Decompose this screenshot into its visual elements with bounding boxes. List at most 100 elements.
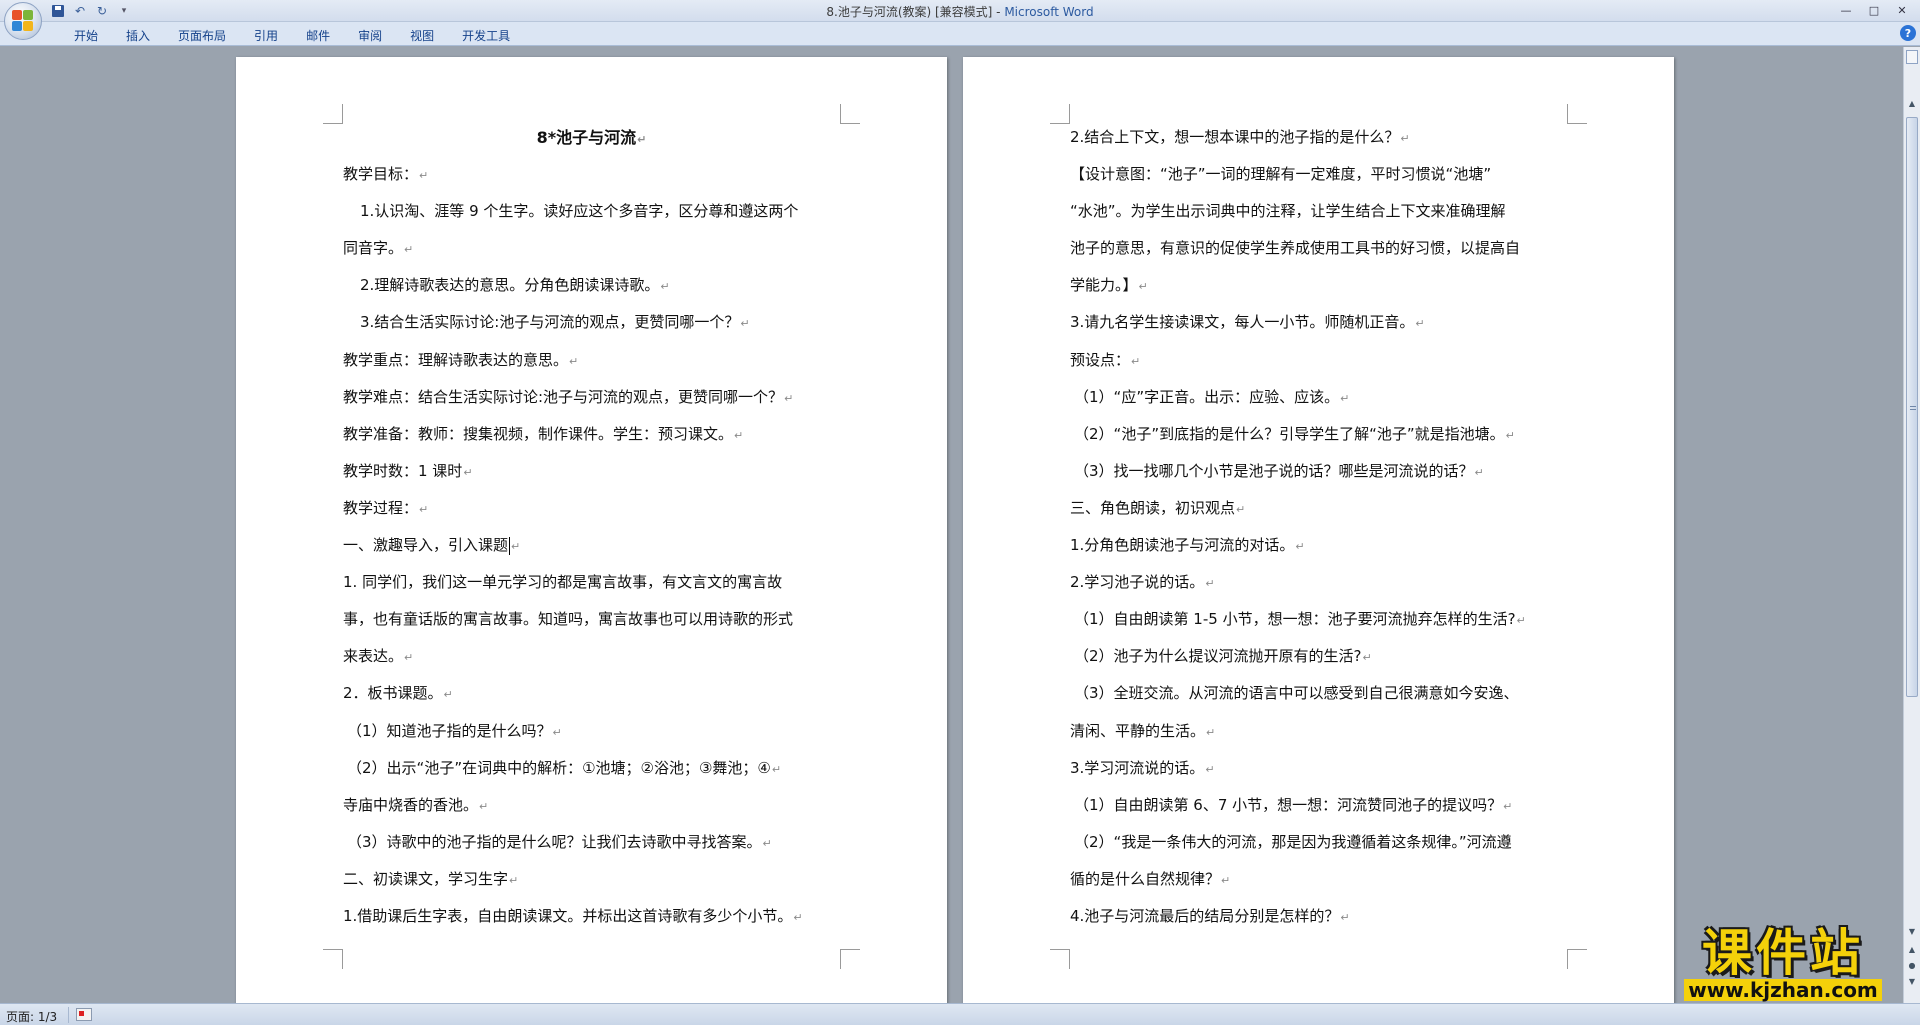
document-line[interactable]: 1. 同学们，我们这一单元学习的都是寓言故事，有文言文的寓言故 xyxy=(343,564,840,601)
margin-mark-top-left xyxy=(323,104,343,124)
document-page-1[interactable]: 8*池子与河流↵ 教学目标：↵ 1.认识淘、涯等 9 个生字。读好应这个多音字，区分… xyxy=(236,57,947,1003)
document-line[interactable]: 8*池子与河流↵ xyxy=(343,119,840,156)
document-line[interactable]: 学能力。】↵ xyxy=(1070,267,1567,304)
document-line[interactable]: 3.请九名学生接读课文，每人一小节。师随机正音。↵ xyxy=(1070,304,1567,341)
document-line[interactable]: 教学难点：结合生活实际讨论:池子与河流的观点，更赞同哪一个？↵ xyxy=(343,379,840,416)
document-line[interactable]: （2）出示“池子”在词典中的解析：①池塘；②浴池；③舞池；④↵ xyxy=(343,750,840,787)
window-title: 8.池子与河流(教案) [兼容模式] - Microsoft Word xyxy=(0,3,1920,20)
document-line[interactable]: 同音字。↵ xyxy=(343,230,840,267)
paragraph-mark-icon: ↵ xyxy=(404,651,414,665)
view-ruler-button[interactable] xyxy=(1906,50,1918,64)
paragraph-mark-icon: ↵ xyxy=(771,762,782,776)
document-line[interactable]: 1.分角色朗读池子与河流的对话。↵ xyxy=(1070,527,1567,564)
paragraph-mark-icon: ↵ xyxy=(1340,391,1350,405)
paragraph-mark-icon: ↵ xyxy=(1295,540,1305,554)
office-button[interactable] xyxy=(4,2,42,40)
ribbon-tab[interactable]: 开始 xyxy=(60,25,112,46)
document-line[interactable]: 事，也有童话版的寓言故事。知道吗，寓言故事也可以用诗歌的形式 xyxy=(343,601,840,638)
previous-page-icon[interactable]: ▲ xyxy=(1906,945,1918,959)
document-area[interactable]: 8*池子与河流↵ 教学目标：↵ 1.认识淘、涯等 9 个生字。读好应这个多音字，区分… xyxy=(0,47,1903,1003)
document-line[interactable]: 3.学习河流说的话。↵ xyxy=(1070,750,1567,787)
page-2-content[interactable]: 2.结合上下文，想一想本课中的池子指的是什么？↵ 【设计意图：“池子”一词的理解有… xyxy=(1070,119,1567,935)
scroll-up-icon[interactable]: ▲ xyxy=(1906,99,1918,113)
document-line[interactable]: 教学过程：↵ xyxy=(343,490,840,527)
document-line[interactable]: 2．板书课题。↵ xyxy=(343,675,840,712)
margin-mark-bottom-left xyxy=(323,949,343,969)
document-line[interactable]: 三、角色朗读，初识观点↵ xyxy=(1070,490,1567,527)
document-line[interactable]: 循的是什么自然规律？↵ xyxy=(1070,861,1567,898)
document-line[interactable]: 一、激趣导入，引入课题 ↵ xyxy=(343,527,840,564)
ribbon-tab[interactable]: 页面布局 xyxy=(164,25,240,46)
document-line[interactable]: 来表达。↵ xyxy=(343,638,840,675)
document-line-text: 寺庙中烧香的香池。 xyxy=(343,795,479,814)
document-line[interactable]: （1）自由朗读第 1-5 小节，想一想：池子要河流抛弃怎样的生活?↵ xyxy=(1070,601,1567,638)
close-button[interactable]: ✕ xyxy=(1888,0,1916,20)
document-line[interactable]: 清闲、平静的生活。↵ xyxy=(1070,713,1567,750)
document-line[interactable]: （3）找一找哪几个小节是池子说的话？哪些是河流说的话？↵ xyxy=(1070,453,1567,490)
scroll-down-icon[interactable]: ▼ xyxy=(1906,927,1918,941)
page-indicator[interactable]: 页面: 1/3 xyxy=(6,1008,57,1025)
document-line[interactable]: 教学目标：↵ xyxy=(343,156,840,193)
document-line[interactable]: 预设点：↵ xyxy=(1070,342,1567,379)
ribbon-tab[interactable]: 邮件 xyxy=(292,25,344,46)
document-line[interactable]: （3）全班交流。从河流的语言中可以感受到自己很满意如今安逸、 xyxy=(1070,675,1567,712)
document-line[interactable]: 2.学习池子说的话。↵ xyxy=(1070,564,1567,601)
document-line[interactable]: 【设计意图：“池子”一词的理解有一定难度，平时习惯说“池塘” xyxy=(1070,156,1567,193)
document-line[interactable]: 二、初读课文，学习生字↵ xyxy=(343,861,840,898)
paragraph-mark-icon: ↵ xyxy=(1340,910,1350,924)
paragraph-mark-icon: ↵ xyxy=(784,391,794,405)
paragraph-mark-icon: ↵ xyxy=(734,428,744,442)
document-line[interactable]: 3.结合生活实际讨论:池子与河流的观点，更赞同哪一个？↵ xyxy=(343,304,840,341)
browse-object-icon[interactable]: ● xyxy=(1906,961,1918,975)
document-line[interactable]: 教学准备：教师：搜集视频，制作课件。学生：预习课文。↵ xyxy=(343,416,840,453)
document-line[interactable]: （1）“应”字正音。出示：应验、应该。↵ xyxy=(1070,379,1567,416)
page-1-content[interactable]: 8*池子与河流↵ 教学目标：↵ 1.认识淘、涯等 9 个生字。读好应这个多音字，区分… xyxy=(343,119,840,935)
document-line[interactable]: “水池”。为学生出示词典中的注释，让学生结合上下文来准确理解 xyxy=(1070,193,1567,230)
vertical-scrollbar[interactable]: ▲ ▼ ▲ ● ▼ xyxy=(1903,47,1920,1003)
document-line[interactable]: （3）诗歌中的池子指的是什么呢？让我们去诗歌中寻找答案。↵ xyxy=(343,824,840,861)
document-line[interactable]: 教学时数：1 课时↵ xyxy=(343,453,840,490)
minimize-button[interactable]: — xyxy=(1832,0,1860,20)
document-line[interactable]: 4.池子与河流最后的结局分别是怎样的？↵ xyxy=(1070,898,1567,935)
document-line-text: 预设点： xyxy=(1070,350,1131,369)
document-line[interactable]: 2.结合上下文，想一想本课中的池子指的是什么？↵ xyxy=(1070,119,1567,156)
document-line[interactable]: 1.借助课后生字表，自由朗读课文。并标出这首诗歌有多少个小节。↵ xyxy=(343,898,840,935)
document-page-2[interactable]: 2.结合上下文，想一想本课中的池子指的是什么？↵ 【设计意图：“池子”一词的理解有… xyxy=(963,57,1674,1003)
paragraph-mark-icon: ↵ xyxy=(404,243,414,257)
ribbon-tab[interactable]: 插入 xyxy=(112,25,164,46)
document-line[interactable]: 教学重点：理解诗歌表达的意思。↵ xyxy=(343,342,840,379)
maximize-button[interactable]: □ xyxy=(1860,0,1888,20)
ribbon-tab[interactable]: 视图 xyxy=(396,25,448,46)
document-title: 8.池子与河流(教案) [兼容模式] - xyxy=(826,5,1005,19)
document-line[interactable]: （2）“我是一条伟大的河流，那是因为我遵循着这条规律。”河流遵 xyxy=(1070,824,1567,861)
document-line-text: “水池”。为学生出示词典中的注释，让学生结合上下文来准确理解 xyxy=(1070,202,1506,221)
document-line[interactable]: （1）知道池子指的是什么吗？↵ xyxy=(343,713,840,750)
paragraph-mark-icon: ↵ xyxy=(1474,465,1484,479)
margin-mark-top-left xyxy=(1050,104,1070,124)
document-line[interactable]: （1）自由朗读第 6、7 小节，想一想：河流赞同池子的提议吗？↵ xyxy=(1070,787,1567,824)
ribbon-tab[interactable]: 引用 xyxy=(240,25,292,46)
document-line-text: 教学过程： xyxy=(343,498,419,517)
ribbon-tab[interactable]: 审阅 xyxy=(344,25,396,46)
ribbon-tab[interactable]: 开发工具 xyxy=(448,25,524,46)
document-line-text: （3）全班交流。从河流的语言中可以感受到自己很满意如今安逸、 xyxy=(1074,684,1519,703)
document-line[interactable]: （2）“池子”到底指的是什么？引导学生了解“池子”就是指池塘。↵ xyxy=(1070,416,1567,453)
help-button[interactable]: ? xyxy=(1900,25,1916,41)
next-page-icon[interactable]: ▼ xyxy=(1906,977,1918,991)
proofing-status-icon[interactable] xyxy=(76,1008,92,1021)
paragraph-mark-icon: ↵ xyxy=(1236,502,1246,516)
title-bar: ↶ ↻ ▾ 8.池子与河流(教案) [兼容模式] - Microsoft Wor… xyxy=(0,0,1920,22)
app-name: Microsoft Word xyxy=(1004,5,1094,19)
paragraph-mark-icon: ↵ xyxy=(569,354,579,368)
document-line[interactable]: 寺庙中烧香的香池。↵ xyxy=(343,787,840,824)
document-line[interactable]: 池子的意思，有意识的促使学生养成使用工具书的好习惯，以提高自 xyxy=(1070,230,1567,267)
document-line-text: （2）出示“池子”在词典中的解析：①池塘；②浴池；③舞池；④ xyxy=(347,758,771,777)
watermark-logo: 课件站 www.kjzhan.com xyxy=(1668,927,1898,1001)
scrollbar-thumb[interactable] xyxy=(1906,117,1918,697)
document-line-text: （1）自由朗读第 1-5 小节，想一想：池子要河流抛弃怎样的生活? xyxy=(1074,610,1516,629)
paragraph-mark-icon: ↵ xyxy=(419,502,429,516)
document-line[interactable]: （2）池子为什么提议河流抛开原有的生活?↵ xyxy=(1070,638,1567,675)
document-line[interactable]: 2.理解诗歌表达的意思。分角色朗读课诗歌。↵ xyxy=(343,267,840,304)
paragraph-mark-icon: ↵ xyxy=(1362,651,1372,665)
document-line[interactable]: 1.认识淘、涯等 9 个生字。读好应这个多音字，区分尊和遵这两个 xyxy=(343,193,840,230)
